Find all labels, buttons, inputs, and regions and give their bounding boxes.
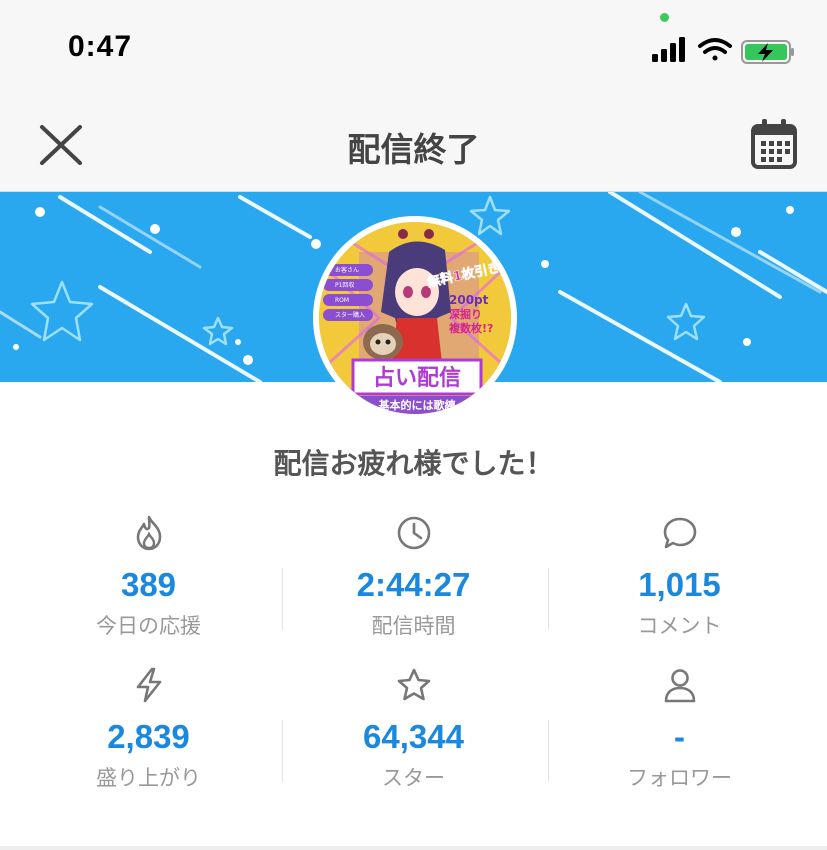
divider xyxy=(548,568,549,630)
thumb-menu-item: P1回収 xyxy=(335,282,354,289)
stats-grid: 389 今日の応援 2:44:27 配信時間 1,015 コメント 2,839 … xyxy=(16,510,812,800)
status-icons xyxy=(652,37,794,64)
person-icon xyxy=(664,669,696,703)
thumb-menu-item: スター購入 xyxy=(335,311,365,319)
stat-label: フォロワー xyxy=(627,766,732,790)
stat-value: - xyxy=(674,718,685,755)
divider xyxy=(548,720,549,782)
thumb-subline-1: 200pt xyxy=(449,293,489,307)
stream-thumbnail: お客さん P1回収 ROM スター購入 無料1枚引き？ 200pt 深掘り 複数… xyxy=(319,222,511,414)
stat-label: 今日の応援 xyxy=(96,614,201,638)
stat-value: 64,344 xyxy=(363,718,464,755)
stat-value: 389 xyxy=(120,566,177,603)
stat-excitement: 2,839 盛り上がり xyxy=(16,662,281,797)
stat-value: 2,839 xyxy=(107,718,190,755)
stat-label: スター xyxy=(382,766,445,790)
thumbnail-art: お客さん P1回収 ROM スター購入 無料1枚引き？ 200pt 深掘り 複数… xyxy=(319,222,511,414)
nav-bar: 配信終了 xyxy=(0,95,827,192)
thumb-subline-2: 深掘り xyxy=(449,307,482,321)
stat-duration: 2:44:27 配信時間 xyxy=(281,510,546,645)
streamer-avatar: お客さん P1回収 ROM スター購入 無料1枚引き？ 200pt 深掘り 複数… xyxy=(313,216,517,420)
privacy-indicator xyxy=(660,13,669,22)
clock-icon xyxy=(397,516,431,550)
wifi-icon xyxy=(698,38,732,61)
divider xyxy=(282,720,283,782)
bottom-separator xyxy=(0,846,827,850)
thumb-banner-title: 占い配信 xyxy=(373,365,461,391)
status-bar: 0:47 xyxy=(0,0,827,95)
calendar-icon[interactable] xyxy=(750,118,798,170)
lightning-icon xyxy=(136,667,162,703)
status-time: 0:47 xyxy=(68,30,133,63)
stat-value: 1,015 xyxy=(638,566,721,603)
thumb-menu-item: ROM xyxy=(335,297,349,304)
thumb-banner-sub: 基本的には歌練 xyxy=(378,398,456,412)
divider xyxy=(282,568,283,630)
stat-comments: 1,015 コメント xyxy=(547,510,812,645)
thank-you-message: 配信お疲れ様でした！ xyxy=(273,447,554,480)
stat-value: 2:44:27 xyxy=(356,566,471,603)
stat-label: コメント xyxy=(637,614,722,638)
stat-followers: - フォロワー xyxy=(547,662,812,797)
star-icon xyxy=(397,668,431,701)
comment-icon xyxy=(663,517,697,549)
stat-label: 配信時間 xyxy=(371,614,456,638)
thumb-menu-item: お客さん xyxy=(335,266,359,274)
stat-label: 盛り上がり xyxy=(96,766,201,790)
fire-icon xyxy=(136,515,162,551)
stat-stars: 64,344 スター xyxy=(281,662,546,797)
battery-icon xyxy=(741,40,794,64)
thumb-subline-3: 複数枚!? xyxy=(448,321,493,335)
page-title: 配信終了 xyxy=(347,130,480,169)
stat-cheers: 389 今日の応援 xyxy=(16,510,281,645)
signal-icon xyxy=(652,37,685,62)
